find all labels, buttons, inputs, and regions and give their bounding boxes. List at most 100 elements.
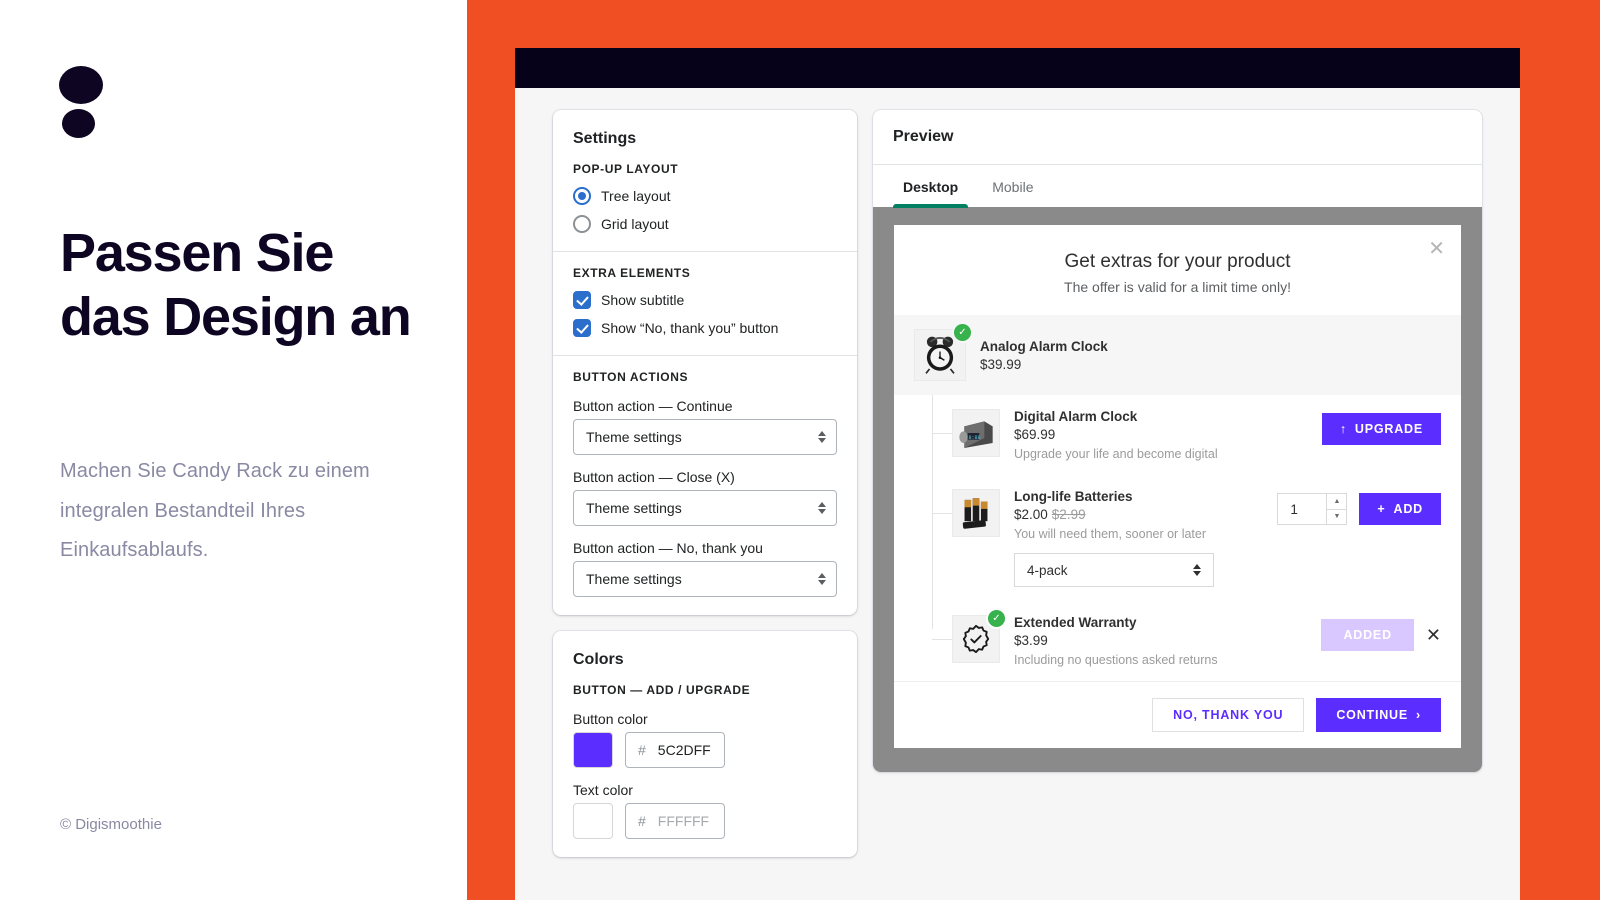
tab-desktop[interactable]: Desktop — [893, 165, 969, 208]
upsell-price-value: $69.99 — [1014, 427, 1056, 442]
window-topbar — [515, 48, 1520, 88]
select-action-no-thank-you[interactable]: Theme settings — [573, 561, 837, 597]
chevron-updown-icon — [818, 502, 826, 514]
upsell-name: Extended Warranty — [1014, 615, 1137, 630]
device-frame-desktop: ✕ Get extras for your product The offer … — [873, 207, 1482, 772]
color-swatch-text[interactable] — [573, 803, 613, 839]
button-actions-label: BUTTON ACTIONS — [573, 370, 689, 384]
radio-grid-layout[interactable]: Grid layout — [573, 215, 837, 233]
tab-mobile-label: Mobile — [992, 179, 1034, 195]
continue-button-label: CONTINUE — [1336, 708, 1409, 722]
field-label-no-thank-you: Button action — No, thank you — [573, 540, 763, 556]
radio-tree-layout-label: Tree layout — [601, 188, 671, 204]
upsell-price: $2.00 $2.99 — [1014, 507, 1263, 522]
radio-icon-selected[interactable] — [573, 187, 591, 205]
field-label-button-color: Button color — [573, 711, 648, 727]
extra-elements-label: EXTRA ELEMENTS — [573, 266, 691, 280]
upgrade-button[interactable]: ↑ UPGRADE — [1321, 413, 1441, 445]
digital-alarm-clock-actions: ↑ UPGRADE — [1321, 413, 1441, 445]
promo-title: Passen Sie das Design an — [60, 223, 412, 347]
quantity-steps[interactable]: ▲ ▼ — [1326, 494, 1347, 525]
preview-column: Preview Desktop Mobile ✕ Get extras for … — [873, 110, 1482, 873]
quantity-increment-icon[interactable]: ▲ — [1327, 494, 1347, 510]
checkbox-show-subtitle-label: Show subtitle — [601, 292, 685, 308]
continue-button[interactable]: CONTINUE › — [1316, 698, 1441, 732]
remove-x-icon[interactable]: ✕ — [1426, 626, 1441, 644]
promo-footer-copyright: © Digismoothie — [60, 816, 162, 833]
check-badge-icon: ✓ — [986, 608, 1007, 629]
promo-panel: Passen Sie das Design an Machen Sie Cand… — [0, 0, 467, 900]
preview-card: Preview Desktop Mobile ✕ Get extras for … — [873, 110, 1482, 772]
chevron-right-icon: › — [1416, 708, 1421, 722]
parent-thumb-wrap: ✓ — [914, 322, 973, 381]
check-badge-icon: ✓ — [952, 322, 973, 343]
added-button-label: ADDED — [1343, 628, 1392, 642]
checkbox-icon-checked[interactable] — [573, 291, 591, 309]
popup-header: Get extras for your product The offer is… — [894, 225, 1461, 315]
settings-card-title: Settings — [573, 130, 637, 147]
added-button[interactable]: ADDED — [1321, 619, 1414, 651]
upsell-name: Digital Alarm Clock — [1014, 409, 1138, 424]
radio-grid-layout-label: Grid layout — [601, 216, 669, 232]
chevron-updown-icon — [818, 573, 826, 585]
color-row-button: # 5C2DFF — [573, 732, 837, 768]
preview-tabs: Desktop Mobile — [873, 165, 1482, 208]
long-life-batteries-actions: 1 ▲ ▼ + ADD — [1277, 493, 1441, 525]
color-swatch-button[interactable] — [573, 732, 613, 768]
upsell-row-digital-alarm-clock: 8:88 Digital Alarm Clock $69.99 Upgrade … — [932, 395, 1461, 475]
select-action-no-thank-you-value: Theme settings — [586, 571, 682, 587]
upsell-tree: 8:88 Digital Alarm Clock $69.99 Upgrade … — [894, 395, 1461, 681]
app-root: Passen Sie das Design an Machen Sie Cand… — [0, 0, 1600, 900]
quantity-decrement-icon[interactable]: ▼ — [1327, 510, 1346, 525]
upsell-price-value: $3.99 — [1014, 633, 1048, 648]
parent-product-row: ✓ Analog Alarm Clock $39.99 — [894, 315, 1461, 395]
quantity-stepper[interactable]: 1 ▲ ▼ — [1277, 493, 1348, 525]
hash-prefix: # — [638, 813, 646, 829]
radio-icon-unselected[interactable] — [573, 215, 591, 233]
popup-title: Get extras for your product — [1064, 251, 1291, 272]
select-action-continue-value: Theme settings — [586, 429, 682, 445]
popup-footer: NO, THANK YOU CONTINUE › — [894, 681, 1461, 748]
section-popup-layout: POP-UP LAYOUT Tree layout Grid layout — [553, 148, 857, 251]
variant-select-batteries[interactable]: 4-pack — [1014, 553, 1214, 587]
variant-select-value: 4-pack — [1027, 562, 1068, 578]
plus-icon: + — [1377, 502, 1386, 516]
select-action-continue[interactable]: Theme settings — [573, 419, 837, 455]
button-colors-label: BUTTON — ADD / UPGRADE — [573, 683, 751, 697]
colors-card: Colors BUTTON — ADD / UPGRADE Button col… — [553, 631, 857, 857]
popup-layout-label: POP-UP LAYOUT — [573, 162, 679, 176]
checkbox-icon-checked[interactable] — [573, 319, 591, 337]
upsell-compare-at-price: $2.99 — [1051, 507, 1086, 522]
section-button-actions: BUTTON ACTIONS Button action — Continue … — [553, 355, 857, 615]
settings-column: Settings POP-UP LAYOUT Tree layout Grid … — [553, 110, 857, 873]
parent-product-price: $39.99 — [980, 356, 1022, 372]
hex-input-text-color[interactable]: # FFFFFF — [625, 803, 725, 839]
upsell-price: $3.99 — [1014, 633, 1307, 648]
select-action-close[interactable]: Theme settings — [573, 490, 837, 526]
window-body: Settings POP-UP LAYOUT Tree layout Grid … — [515, 88, 1520, 873]
tab-mobile[interactable]: Mobile — [982, 165, 1043, 207]
extended-warranty-actions: ADDED ✕ — [1321, 619, 1441, 651]
no-thank-you-button[interactable]: NO, THANK YOU — [1152, 698, 1305, 732]
checkbox-show-no-thank-you[interactable]: Show “No, thank you” button — [573, 319, 837, 337]
colors-card-title: Colors — [573, 651, 624, 668]
close-icon[interactable]: ✕ — [1428, 239, 1445, 259]
no-thank-you-button-label: NO, THANK YOU — [1173, 708, 1284, 722]
chevron-updown-icon — [1193, 564, 1201, 576]
field-label-text-color: Text color — [573, 782, 633, 798]
radio-tree-layout[interactable]: Tree layout — [573, 187, 837, 205]
digital-alarm-clock-thumbnail: 8:88 — [952, 409, 1000, 457]
quantity-value[interactable]: 1 — [1278, 494, 1326, 524]
upsell-row-long-life-batteries: Long-life Batteries $2.00 $2.99 You will … — [932, 475, 1461, 601]
upsell-price-value: $2.00 — [1014, 507, 1048, 522]
upsell-description: Including no questions asked returns — [1014, 653, 1218, 667]
add-button[interactable]: + ADD — [1359, 493, 1441, 525]
checkbox-show-subtitle[interactable]: Show subtitle — [573, 291, 837, 309]
two-dots-logo — [59, 66, 103, 150]
digital-alarm-clock-info: Digital Alarm Clock $69.99 Upgrade your … — [1014, 409, 1308, 461]
arrow-up-icon: ↑ — [1339, 422, 1347, 436]
svg-text:8:88: 8:88 — [969, 435, 981, 441]
upsell-price: $69.99 — [1014, 427, 1308, 442]
add-button-label: ADD — [1393, 502, 1423, 516]
hex-input-button-color[interactable]: # 5C2DFF — [625, 732, 725, 768]
